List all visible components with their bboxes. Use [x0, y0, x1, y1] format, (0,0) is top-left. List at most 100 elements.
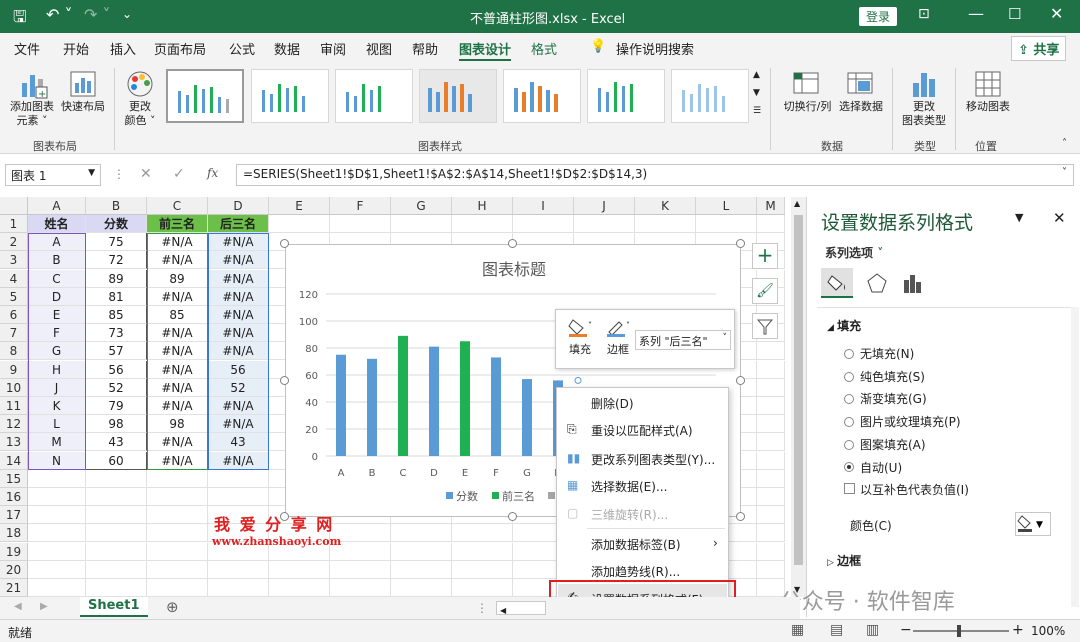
radio-picture-fill[interactable]: [844, 417, 854, 427]
resize-handle[interactable]: [736, 376, 745, 385]
resize-handle[interactable]: [736, 512, 745, 521]
table-header-cell[interactable]: 后三名: [208, 215, 269, 233]
row-header-7[interactable]: 7: [0, 324, 28, 343]
row-header-8[interactable]: 8: [0, 342, 28, 361]
empty-cell[interactable]: [757, 342, 785, 361]
empty-cell[interactable]: [86, 524, 147, 543]
row-header-17[interactable]: 17: [0, 506, 28, 525]
empty-cell[interactable]: [86, 579, 147, 597]
normal-view-icon[interactable]: ▦: [791, 622, 804, 638]
fill-section-header[interactable]: ◢ 填充: [827, 317, 861, 334]
pane-options-icon[interactable]: ▼: [1015, 211, 1023, 224]
row-header-10[interactable]: 10: [0, 378, 28, 397]
empty-cell[interactable]: [86, 488, 147, 506]
empty-cell[interactable]: [635, 215, 696, 233]
empty-cell[interactable]: [696, 215, 757, 233]
table-cell[interactable]: 43: [86, 433, 147, 452]
menu-change-series-type[interactable]: 更改系列图表类型(Y)...: [591, 451, 715, 468]
empty-cell[interactable]: [147, 524, 208, 543]
resize-handle[interactable]: [508, 512, 517, 521]
empty-cell[interactable]: [757, 542, 785, 561]
resize-handle[interactable]: [280, 239, 289, 248]
row-header-9[interactable]: 9: [0, 360, 28, 379]
zoom-out-icon[interactable]: −: [900, 622, 912, 638]
styles-more-icon[interactable]: ☰: [753, 106, 761, 116]
row-header-5[interactable]: 5: [0, 287, 28, 306]
empty-cell[interactable]: [28, 469, 86, 488]
quick-layout-button[interactable]: 快速布局: [58, 67, 108, 129]
table-cell[interactable]: 72: [86, 251, 147, 270]
row-header-15[interactable]: 15: [0, 469, 28, 488]
page-break-view-icon[interactable]: ▥: [866, 622, 879, 638]
bar-score[interactable]: [522, 379, 532, 456]
name-box[interactable]: 图表 1 ▼: [5, 164, 101, 186]
empty-cell[interactable]: [452, 215, 513, 233]
resize-handle[interactable]: [280, 376, 289, 385]
empty-cell[interactable]: [757, 488, 785, 506]
login-button[interactable]: 登录: [859, 7, 898, 26]
empty-cell[interactable]: [330, 215, 391, 233]
page-layout-view-icon[interactable]: ▤: [830, 622, 843, 638]
empty-cell[interactable]: [28, 506, 86, 525]
empty-cell[interactable]: [757, 215, 785, 233]
cancel-formula-icon[interactable]: ✕: [140, 166, 152, 182]
series-options-dropdown[interactable]: 系列选项 ˅: [825, 244, 883, 261]
empty-cell[interactable]: [757, 415, 785, 434]
undo-icon[interactable]: ↶ ˅: [46, 5, 73, 24]
fill-line-tab[interactable]: [821, 268, 853, 298]
empty-cell[interactable]: [757, 433, 785, 452]
insert-function-icon[interactable]: fx: [207, 166, 218, 180]
empty-cell[interactable]: [330, 579, 391, 597]
chart-style-7[interactable]: [671, 69, 749, 123]
table-cell[interactable]: 81: [86, 287, 147, 306]
column-header-D[interactable]: D: [208, 197, 269, 215]
row-header-12[interactable]: 12: [0, 415, 28, 434]
empty-cell[interactable]: [208, 579, 269, 597]
styles-scroll-down-icon[interactable]: ▼: [753, 88, 760, 98]
row-header-18[interactable]: 18: [0, 524, 28, 543]
empty-cell[interactable]: [391, 560, 452, 579]
zoom-slider[interactable]: [913, 625, 1009, 637]
tell-me-search[interactable]: 操作说明搜索: [616, 39, 694, 58]
empty-cell[interactable]: [330, 560, 391, 579]
empty-cell[interactable]: [452, 560, 513, 579]
empty-cell[interactable]: [269, 560, 330, 579]
pane-scrollbar[interactable]: [1071, 307, 1079, 607]
empty-cell[interactable]: [513, 215, 574, 233]
empty-cell[interactable]: [757, 469, 785, 488]
empty-cell[interactable]: [757, 378, 785, 397]
menu-file[interactable]: 文件: [14, 39, 40, 58]
table-header-cell[interactable]: 姓名: [28, 215, 86, 233]
add-sheet-icon[interactable]: ⊕: [166, 598, 179, 616]
menu-format[interactable]: 格式: [531, 39, 557, 58]
pane-close-icon[interactable]: ✕: [1053, 209, 1066, 227]
ribbon-display-icon[interactable]: ⊡: [918, 6, 930, 22]
empty-cell[interactable]: [269, 579, 330, 597]
redo-icon[interactable]: ↷ ˅: [84, 5, 111, 24]
scroll-thumb[interactable]: [794, 215, 803, 565]
empty-cell[interactable]: [391, 542, 452, 561]
chart-styles-button[interactable]: 🖌: [752, 278, 778, 304]
formula-more-icon[interactable]: ⋮: [113, 167, 125, 181]
column-header-L[interactable]: L: [696, 197, 757, 215]
empty-cell[interactable]: [391, 215, 452, 233]
row-header-11[interactable]: 11: [0, 397, 28, 415]
empty-cell[interactable]: [147, 542, 208, 561]
empty-cell[interactable]: [757, 506, 785, 525]
prev-sheet-icon[interactable]: ◀: [14, 601, 22, 612]
confirm-formula-icon[interactable]: ✓: [173, 166, 185, 182]
change-chart-type-button[interactable]: 更改 图表类型: [898, 67, 950, 129]
radio-gradient-fill[interactable]: [844, 394, 854, 404]
row-header-13[interactable]: 13: [0, 433, 28, 452]
table-header-cell[interactable]: 分数: [86, 215, 147, 233]
empty-cell[interactable]: [28, 542, 86, 561]
border-button[interactable]: ˅ 边框: [600, 316, 636, 364]
empty-cell[interactable]: [208, 488, 269, 506]
table-cell[interactable]: 75: [86, 233, 147, 252]
add-chart-element-button[interactable]: + 添加图表 元素 ˅: [8, 67, 56, 129]
empty-cell[interactable]: [28, 524, 86, 543]
empty-cell[interactable]: [757, 524, 785, 543]
minimize-icon[interactable]: —: [968, 4, 984, 23]
empty-cell[interactable]: [208, 469, 269, 488]
select-data-button[interactable]: 选择数据: [835, 67, 887, 129]
